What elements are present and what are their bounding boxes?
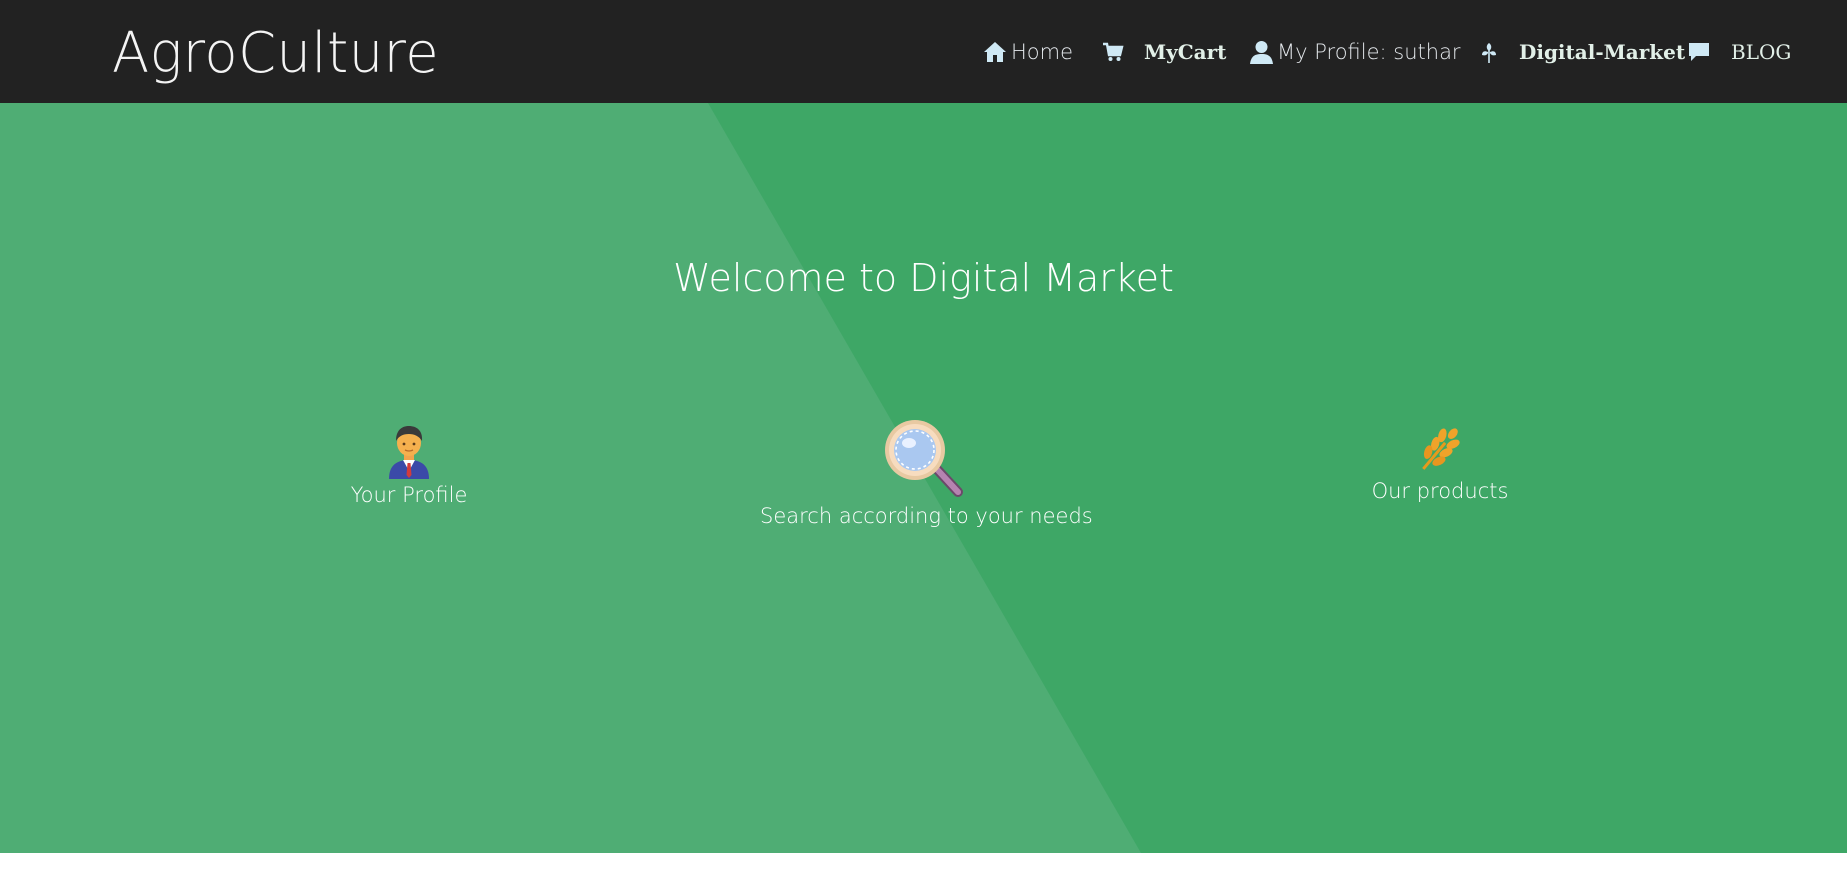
comment-icon — [1687, 41, 1711, 63]
feature-label-your-profile: Your Profile — [350, 483, 468, 507]
nav-label-mycart: MyCart — [1144, 39, 1227, 64]
wheat-icon — [1422, 428, 1460, 470]
cart-icon — [1102, 41, 1124, 63]
nav-item-mycart[interactable]: MyCart — [1102, 0, 1226, 103]
nav-label-digital-market: Digital-Market — [1519, 39, 1686, 64]
user-icon — [1250, 40, 1273, 64]
leaf-icon — [1481, 40, 1497, 64]
home-icon — [983, 40, 1007, 64]
feature-search[interactable]: Search according to your needs — [760, 418, 1093, 528]
hero-section: Welcome to Digital Market Your Profile S… — [0, 103, 1847, 853]
businessman-icon — [389, 426, 429, 479]
nav-item-my-profile[interactable]: My Profile: suthar — [1250, 0, 1461, 103]
hero-title: Welcome to Digital Market — [673, 256, 1174, 300]
nav-label-home: Home — [1011, 39, 1074, 64]
top-navbar: AgroCulture Home MyCart My Profile: suth… — [0, 0, 1847, 103]
nav-label-my-profile: My Profile: suthar — [1277, 39, 1461, 64]
magnifier-icon — [885, 420, 963, 497]
brand-logo-text[interactable]: AgroCulture — [112, 20, 439, 88]
feature-your-profile[interactable]: Your Profile — [309, 423, 509, 507]
nav-item-digital-market[interactable]: Digital-Market — [1481, 0, 1685, 103]
feature-label-search: Search according to your needs — [760, 504, 1093, 528]
nav-label-blog: BLOG — [1731, 39, 1792, 64]
nav-item-home[interactable]: Home — [983, 0, 1073, 103]
nav-item-blog[interactable]: BLOG — [1687, 0, 1791, 103]
page-bottom-strip — [0, 853, 1847, 890]
feature-our-products[interactable]: Our products — [1340, 423, 1540, 503]
feature-label-our-products: Our products — [1371, 479, 1509, 503]
